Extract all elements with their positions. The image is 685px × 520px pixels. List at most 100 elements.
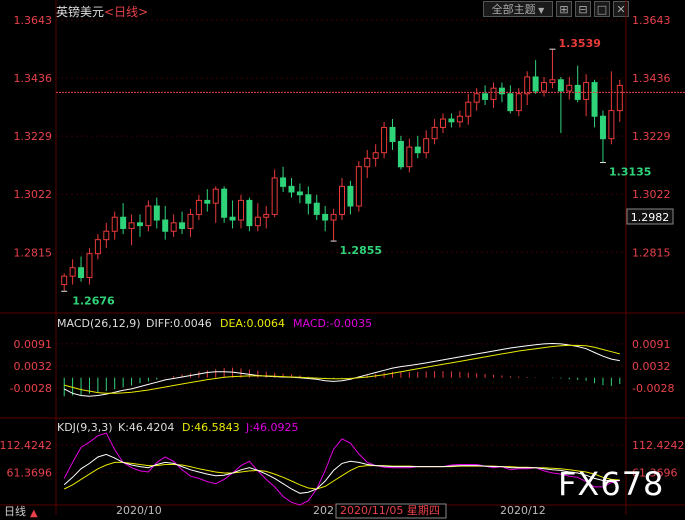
x-axis-label: 2020/12	[500, 504, 546, 517]
candle-body	[372, 152, 379, 159]
macd-tick-left: 0.0032	[14, 360, 53, 373]
candle-body	[599, 115, 606, 140]
candle-body	[288, 185, 295, 193]
candle-body	[103, 230, 110, 241]
candle-body	[179, 222, 186, 229]
macd-value-label: MACD:-0.0035	[293, 317, 372, 330]
candle-body	[541, 82, 548, 92]
crosshair-date-label: 2020/11/05 星期四	[340, 504, 440, 517]
candle-body	[212, 188, 219, 204]
candle-body	[271, 177, 278, 215]
candle-body	[490, 87, 497, 100]
kdj-title: KDJ(9,3,3)	[57, 421, 113, 434]
candle-body	[69, 267, 76, 277]
macd-dea-label: DEA:0.0064	[220, 317, 285, 330]
candle-body	[532, 76, 539, 92]
candle-body	[389, 126, 396, 142]
candle-body	[423, 138, 430, 154]
candle-body	[515, 93, 522, 112]
last-price-label: 1.2982	[631, 211, 670, 224]
candle-body	[330, 213, 337, 221]
candle-body	[549, 79, 556, 84]
kdj-tick-right: 112.4242	[632, 439, 685, 452]
price-tick-left: 1.3022	[14, 188, 53, 201]
kdj-k-label: K:46.4204	[118, 421, 174, 434]
price-tick-left: 1.2815	[14, 246, 53, 259]
macd-diff-label: DIFF:0.0046	[146, 317, 212, 330]
candle-body	[204, 199, 211, 204]
candle-body	[254, 216, 261, 227]
price-tick-right: 1.3022	[632, 188, 671, 201]
candle-body	[498, 87, 505, 95]
candle-body	[86, 253, 93, 279]
price-tick-left: 1.3229	[14, 130, 53, 143]
candle-body	[583, 82, 590, 100]
kdj-j-label: J:46.0925	[245, 421, 298, 434]
candle-body	[221, 188, 228, 218]
macd-tick-right: 0.0091	[632, 338, 671, 351]
candle-body	[78, 267, 85, 279]
price-tick-right: 1.3229	[632, 130, 671, 143]
candle-body	[591, 82, 598, 117]
candle-body	[162, 219, 169, 232]
candle-body	[246, 199, 253, 227]
candle-body	[448, 118, 455, 123]
candle-body	[195, 199, 202, 215]
candle-body	[355, 166, 362, 207]
candle-body	[616, 84, 623, 112]
kdj-tick-left: 61.3696	[7, 466, 53, 479]
candle-body	[94, 239, 101, 255]
candle-body	[296, 191, 303, 196]
kdj-k-line	[63, 453, 620, 494]
candle-body	[187, 213, 194, 229]
candle-body	[608, 110, 615, 140]
macd-tick-right: -0.0028	[632, 382, 674, 395]
candle-body	[364, 157, 371, 168]
price-tick-left: 1.3436	[14, 72, 53, 85]
candle-body	[128, 222, 135, 229]
candle-body	[145, 205, 152, 227]
price-tick-right: 1.2815	[632, 246, 671, 259]
kdj-tick-left: 112.4242	[0, 439, 52, 452]
candle-body	[524, 76, 531, 95]
candle-body	[120, 216, 127, 229]
candle-body	[456, 115, 463, 123]
candle-body	[381, 126, 388, 154]
macd-tick-left: 0.0091	[14, 338, 53, 351]
candle-body	[507, 93, 514, 112]
candle-body	[111, 216, 118, 232]
candle-body	[170, 222, 177, 232]
low-annotation-start: 1.2676	[72, 294, 115, 307]
period-tab: 日线	[4, 504, 26, 518]
macd-tick-left: -0.0028	[10, 382, 52, 395]
candle-body	[440, 118, 447, 128]
x-axis-label: 2020/10	[116, 504, 162, 517]
x-axis-label: 202	[313, 504, 334, 517]
candle-body	[347, 185, 354, 207]
kdj-d-line	[63, 461, 620, 490]
candle-body	[263, 213, 270, 218]
macd-tick-right: 0.0032	[632, 360, 671, 373]
period-tab-arrow-icon: ▲	[30, 508, 38, 519]
candle-body	[153, 205, 160, 221]
candle-body	[339, 185, 345, 215]
candle-body	[61, 275, 68, 286]
candle-body	[566, 84, 573, 92]
kdj-d-label: D:46.5843	[182, 421, 240, 434]
chart-canvas: 1.3643 1.3643 1.3436 1.3436 1.3229 1.3229 1.30…	[0, 0, 685, 519]
candle-body	[305, 194, 312, 204]
candle-body	[280, 177, 287, 187]
candle-body	[229, 216, 236, 221]
price-tick-right: 1.3436	[632, 72, 671, 85]
low-annotation-right: 1.3135	[609, 166, 651, 179]
macd-title: MACD(26,12,9)	[57, 317, 141, 330]
candle-body	[473, 93, 480, 103]
candle-body	[397, 140, 404, 168]
candle-body	[557, 79, 564, 92]
kdj-j-line	[63, 432, 620, 506]
candle-body	[431, 126, 438, 140]
candle-body	[322, 213, 329, 221]
candle-body	[136, 222, 143, 227]
price-tick-right: 1.3643	[632, 14, 671, 27]
candle-body	[406, 146, 413, 168]
